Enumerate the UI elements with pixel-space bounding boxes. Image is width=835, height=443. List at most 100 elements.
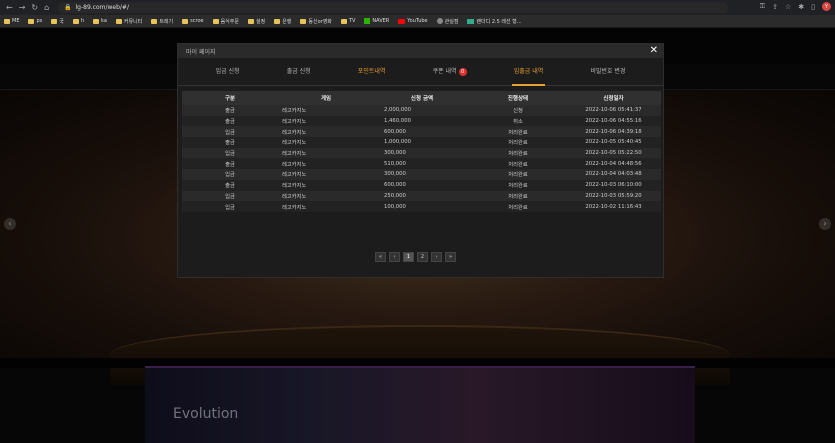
profile-avatar[interactable]: Y: [822, 2, 831, 11]
cell-amount: 600,000: [384, 128, 406, 135]
cell-status: 처리완료: [508, 183, 528, 190]
cell-type: 출금: [225, 183, 235, 190]
cell-status: 처리완료: [508, 140, 528, 147]
address-bar[interactable]: 🔒 lg-89.com/web/#/: [58, 2, 728, 13]
cell-type: 입금: [225, 151, 235, 158]
bookmark-item[interactable]: ka: [93, 18, 107, 24]
header-type: 구분: [224, 96, 236, 102]
tab-transaction-history[interactable]: 입출금 내역: [511, 58, 545, 86]
cell-type: 입금: [225, 172, 235, 179]
bookmark-label: 설정: [255, 18, 266, 25]
bookmark-item[interactable]: 트레기: [151, 18, 173, 25]
modal-title: 마이 페이지: [186, 48, 216, 56]
url-text: lg-89.com/web/#/: [75, 4, 129, 11]
table-header: 구분 게임 신청 금액 진행상태 신청일자: [182, 91, 661, 105]
last-page-button[interactable]: »: [445, 252, 456, 262]
bookmark-item[interactable]: ME: [4, 18, 19, 24]
naver-icon: [364, 18, 371, 24]
modal-tabs: 입금 신청 출금 신청 포인트내역 쿠폰 내역 0 입출금 내역 비밀번호 변경: [178, 58, 663, 86]
bookmark-item[interactable]: 은행: [274, 18, 291, 25]
bookmark-item[interactable]: 랜더디 2.5 레선 형...: [467, 18, 522, 25]
bookmark-item[interactable]: 동신or영화: [300, 18, 332, 25]
cell-amount: 300,000: [384, 171, 406, 178]
tab-change-password[interactable]: 비밀번호 변경: [590, 58, 625, 86]
cell-amount: 2,000,000: [384, 107, 411, 114]
folder-icon: [274, 18, 281, 24]
close-icon[interactable]: ✕: [650, 46, 658, 56]
tab-withdraw-request[interactable]: 출금 신청: [287, 58, 311, 86]
prev-page-button[interactable]: ‹: [389, 252, 400, 262]
bookmark-label: 국: [59, 18, 64, 25]
cell-game: 레고카지노: [282, 193, 307, 200]
browser-toolbar: ← → ↻ ⌂ 🔒 lg-89.com/web/#/ ⚿ ⇪ ☆ ✱ ▯ Y: [0, 0, 835, 15]
bookmark-item[interactable]: NAVER: [364, 18, 389, 24]
reload-icon[interactable]: ↻: [31, 3, 38, 12]
share-icon[interactable]: ⇪: [772, 3, 778, 11]
bookmark-item[interactable]: 커뮤니티: [115, 18, 142, 25]
cell-amount: 1,460,000: [384, 118, 411, 125]
cell-game: 레고카지노: [282, 183, 307, 190]
browser-nav: ← → ↻ ⌂: [0, 3, 60, 12]
table-row: 출금 레고카지노 1,000,000 처리완료 2022-10-05 05:40:45: [182, 137, 661, 148]
bookmarks-bar: ME ps 국 h ka 커뮤니티 트레기 scroe 음식주문 설정 은행 동신or영화 TV NAVE…: [0, 15, 835, 28]
cell-date: 2022-10-04 04:03:48: [585, 171, 642, 178]
bookmark-label: 은행: [282, 18, 292, 25]
cell-date: 2022-10-03 06:10:00: [585, 182, 642, 189]
transaction-table: 구분 게임 신청 금액 진행상태 신청일자 출금 레고카지노 2,000,000 신청…: [182, 91, 661, 212]
header-date: 신청일자: [603, 96, 624, 102]
bookmark-item[interactable]: YouTube: [398, 18, 428, 24]
bookmark-item[interactable]: TV: [340, 18, 356, 24]
bookmark-item[interactable]: 설정: [247, 18, 266, 25]
cell-amount: 510,000: [384, 160, 406, 167]
first-page-button[interactable]: «: [375, 252, 386, 262]
cell-date: 2022-10-05 05:40:45: [585, 139, 642, 146]
bookmark-item[interactable]: h: [72, 18, 85, 24]
bookmark-label: ps: [36, 18, 43, 24]
cell-date: 2022-10-06 05:41:37: [585, 107, 642, 114]
tab-point-history[interactable]: 포인트내역: [358, 58, 386, 86]
lock-icon: 🔒: [64, 4, 72, 11]
modal-header: 마이 페이지 ✕: [178, 44, 663, 58]
cell-amount: 250,000: [384, 192, 406, 199]
key-icon[interactable]: ⚿: [760, 2, 765, 11]
back-icon[interactable]: ←: [6, 3, 13, 12]
bookmark-label: 관실점: [444, 18, 459, 25]
tab-coupon-history[interactable]: 쿠폰 내역 0: [433, 58, 467, 86]
sidebar-icon[interactable]: ▯: [811, 3, 815, 11]
bookmark-item[interactable]: 국: [51, 18, 64, 25]
cell-type: 출금: [225, 108, 235, 115]
table-row: 입금 레고카지노 100,000 처리완료 2022-10-02 11:16:43: [182, 201, 661, 212]
header-amount: 신청 금액: [410, 96, 434, 102]
cell-game: 레고카지노: [282, 108, 307, 115]
cell-date: 2022-10-03 05:59:20: [585, 192, 642, 199]
cell-status: 처리완료: [508, 151, 528, 158]
table-row: 출금 레고카지노 510,000 처리완료 2022-10-04 04:48:56: [182, 158, 661, 170]
bookmark-label: TV: [348, 18, 356, 24]
bookmark-item[interactable]: 관실점: [436, 18, 459, 25]
tab-deposit-request[interactable]: 입금 신청: [216, 58, 240, 86]
header-status: 진행상태: [507, 96, 529, 102]
folder-icon: [300, 18, 307, 24]
youtube-icon: [398, 18, 406, 24]
bookmark-item[interactable]: 음식주문: [212, 18, 239, 25]
bookmark-item[interactable]: scroe: [182, 18, 204, 24]
cell-status: 처리완료: [508, 193, 528, 200]
cell-type: 입금: [225, 204, 235, 211]
cell-type: 출금: [225, 119, 235, 126]
bookmark-item[interactable]: ps: [28, 18, 42, 24]
cell-status: 신청: [513, 108, 523, 115]
extensions-icon[interactable]: ✱: [798, 3, 804, 11]
home-icon[interactable]: ⌂: [44, 3, 49, 12]
forward-icon[interactable]: →: [19, 3, 26, 12]
star-icon[interactable]: ☆: [785, 3, 791, 11]
cell-type: 출금: [225, 140, 235, 147]
pagination: «‹ 1 2 ›»: [375, 252, 456, 262]
next-page-button[interactable]: ›: [431, 252, 442, 262]
page-2-button[interactable]: 2: [417, 252, 428, 262]
folder-icon: [28, 18, 35, 24]
page-1-button[interactable]: 1: [403, 252, 414, 262]
bookmark-label: h: [80, 18, 85, 24]
table-row: 출금 레고카지노 1,460,000 취소 2022-10-06 04:55:16: [182, 115, 661, 127]
folder-icon: [72, 18, 79, 24]
bookmark-label: 트레기: [159, 18, 174, 25]
